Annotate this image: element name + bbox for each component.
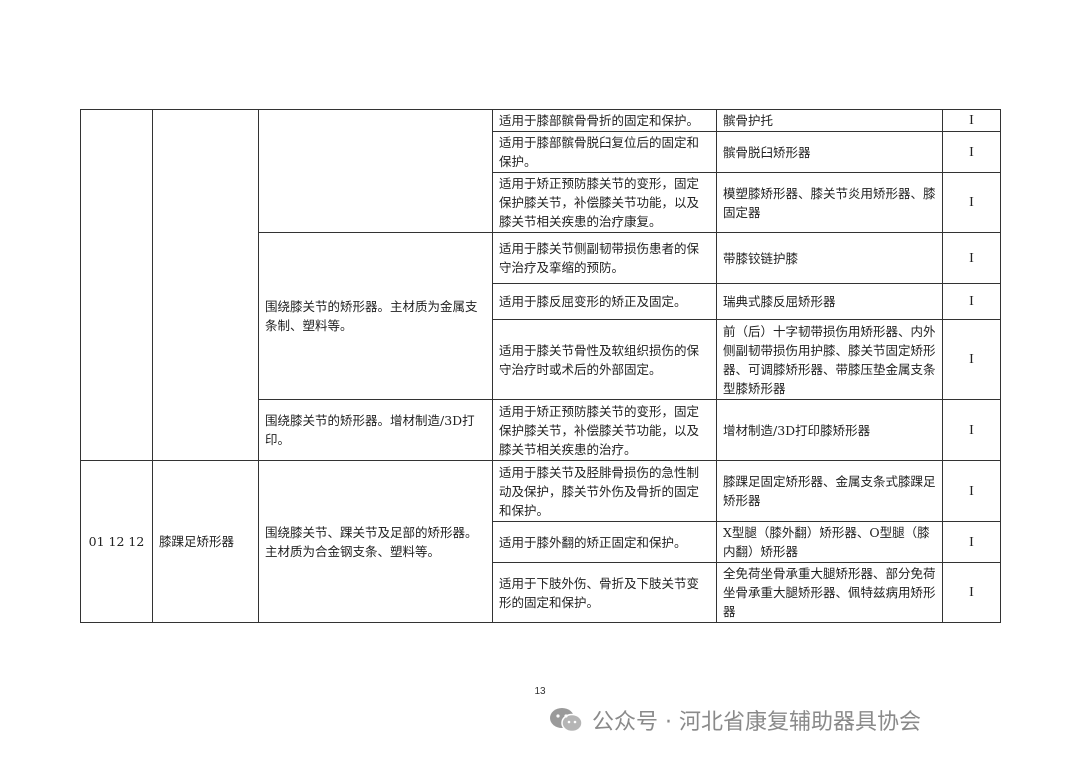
product-cell: 增材制造/3D打印膝矫形器: [716, 399, 943, 461]
desc-cell-empty: [258, 109, 493, 233]
grade-cell: I: [942, 399, 1001, 461]
grade-cell: I: [942, 562, 1001, 623]
desc-cell: 围绕膝关节的矫形器。增材制造/3D打印。: [258, 399, 493, 461]
suitable-cell: 适用于膝部髌骨骨折的固定和保护。: [492, 109, 717, 132]
suitable-cell: 适用于矫正预防膝关节的变形，固定保护膝关节，补偿膝关节功能，以及膝关节相关疾患的…: [492, 399, 717, 461]
device-catalog-table: 适用于膝部髌骨骨折的固定和保护。 髌骨护托 I 适用于膝部髌骨脱臼复位后的固定和…: [80, 109, 1001, 623]
page-number: 13: [534, 686, 546, 697]
grade-cell: I: [942, 521, 1001, 563]
product-cell: 前（后）十字韧带损伤用矫形器、内外侧副韧带损伤用护膝、膝关节固定矫形器、可调膝矫…: [716, 319, 943, 400]
suitable-cell: 适用于膝关节侧副韧带损伤患者的保守治疗及挛缩的预防。: [492, 232, 717, 284]
desc-cell: 围绕膝关节的矫形器。主材质为金属支条制、塑料等。: [258, 232, 493, 400]
product-cell: 瑞典式膝反屈矫形器: [716, 283, 943, 320]
grade-cell: I: [942, 460, 1001, 522]
product-cell: 全免荷坐骨承重大腿矫形器、部分免荷坐骨承重大腿矫形器、佩特兹病用矫形器: [716, 562, 943, 623]
grade-cell: I: [942, 172, 1001, 233]
grade-cell: I: [942, 319, 1001, 400]
product-cell: 带膝铰链护膝: [716, 232, 943, 284]
table-row: 01 12 12 膝踝足矫形器 围绕膝关节、踝关节及足部的矫形器。主材质为合金钢…: [80, 460, 1001, 623]
suitable-cell: 适用于矫正预防膝关节的变形，固定保护膝关节，补偿膝关节功能，以及膝关节相关疾患的…: [492, 172, 717, 233]
table-row: 适用于膝部髌骨骨折的固定和保护。 髌骨护托 I: [80, 109, 1001, 461]
suitable-cell: 适用于膝外翻的矫正固定和保护。: [492, 521, 717, 563]
name-cell: 膝踝足矫形器: [152, 460, 259, 623]
suitable-cell: 适用于膝部髌骨脱臼复位后的固定和保护。: [492, 131, 717, 173]
grade-cell: I: [942, 283, 1001, 320]
suitable-cell: 适用于下肢外伤、骨折及下肢关节变形的固定和保护。: [492, 562, 717, 623]
grade-cell: I: [942, 131, 1001, 173]
product-cell: 髌骨护托: [716, 109, 943, 132]
grade-cell: I: [942, 109, 1001, 132]
code-cell-empty: [80, 109, 153, 461]
code-cell: 01 12 12: [80, 460, 153, 623]
watermark: 公众号 · 河北省康复辅助器具协会: [548, 703, 921, 737]
name-cell-empty: [152, 109, 259, 461]
desc-cell: 围绕膝关节、踝关节及足部的矫形器。主材质为合金钢支条、塑料等。: [258, 460, 493, 623]
watermark-text: 公众号 · 河北省康复辅助器具协会: [592, 710, 921, 735]
product-cell: 髌骨脱臼矫形器: [716, 131, 943, 173]
suitable-cell: 适用于膝关节及胫腓骨损伤的急性制动及保护，膝关节外伤及骨折的固定和保护。: [492, 460, 717, 522]
product-cell: 膝踝足固定矫形器、金属支条式膝踝足矫形器: [716, 460, 943, 522]
wechat-icon: [550, 708, 583, 733]
product-cell: 模塑膝矫形器、膝关节炎用矫形器、膝固定器: [716, 172, 943, 233]
grade-cell: I: [942, 232, 1001, 284]
product-cell: X型腿（膝外翻）矫形器、O型腿（膝内翻）矫形器: [716, 521, 943, 563]
suitable-cell: 适用于膝反屈变形的矫正及固定。: [492, 283, 717, 320]
suitable-cell: 适用于膝关节骨性及软组织损伤的保守治疗时或术后的外部固定。: [492, 319, 717, 400]
